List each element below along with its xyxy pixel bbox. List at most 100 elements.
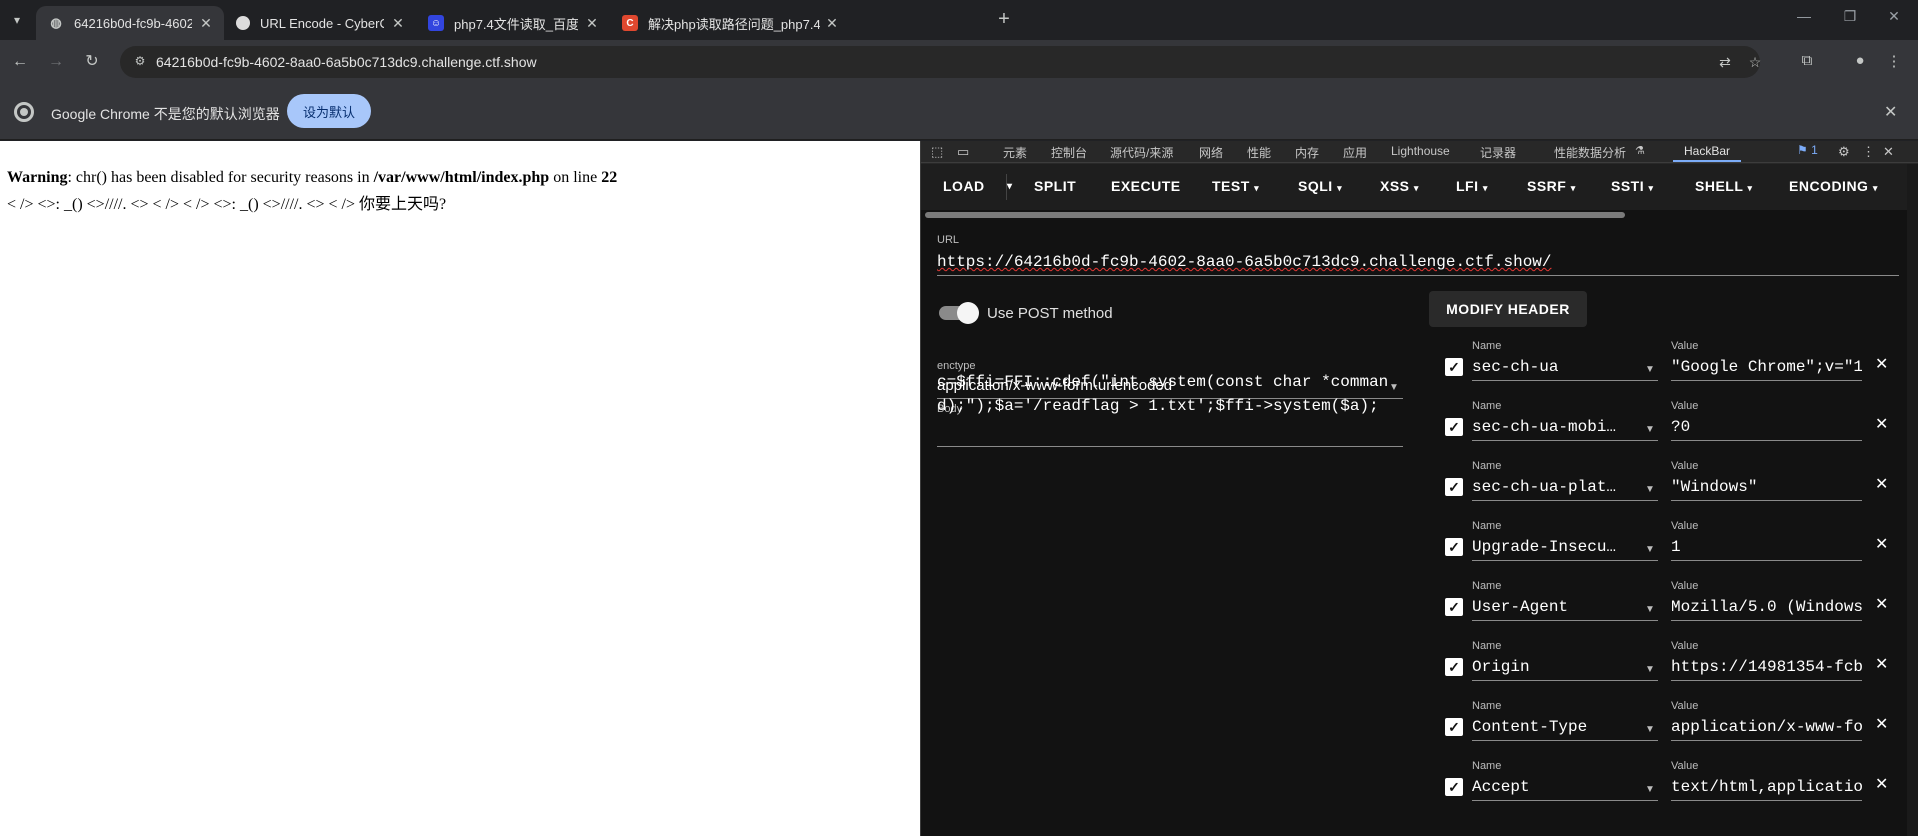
devtools-close-icon[interactable]: ✕ <box>1883 144 1894 160</box>
back-icon[interactable]: ← <box>10 52 30 72</box>
remove-header-icon[interactable]: ✕ <box>1875 474 1888 494</box>
infobar-close-icon[interactable]: ✕ <box>1884 102 1897 122</box>
header-enabled-checkbox[interactable]: ✓ <box>1445 478 1463 496</box>
devtools-tab-console[interactable]: 控制台 <box>1051 144 1087 161</box>
devtools-tab-sources[interactable]: 源代码/来源 <box>1110 144 1173 161</box>
remove-header-icon[interactable]: ✕ <box>1875 534 1888 554</box>
header-name-label: Name <box>1472 580 1502 592</box>
address-bar[interactable]: ⚙ 64216b0d-fc9b-4602-8aa0-6a5b0c713dc9.c… <box>120 46 1761 78</box>
xss-menu[interactable]: XSS ▾ <box>1380 178 1419 194</box>
issues-badge[interactable]: ⚑ 1 <box>1797 143 1818 157</box>
header-enabled-checkbox[interactable]: ✓ <box>1445 658 1463 676</box>
profile-icon[interactable]: ● <box>1850 52 1870 72</box>
ssrf-menu[interactable]: SSRF ▾ <box>1527 178 1576 194</box>
header-value-input[interactable]: 1 <box>1671 535 1862 561</box>
header-enabled-checkbox[interactable]: ✓ <box>1445 778 1463 796</box>
devtools-tab-network[interactable]: 网络 <box>1199 144 1223 161</box>
remove-header-icon[interactable]: ✕ <box>1875 414 1888 434</box>
inspect-element-icon[interactable]: ⬚ <box>931 144 943 160</box>
close-icon[interactable]: ✕ <box>390 15 406 32</box>
sqli-menu[interactable]: SQLI ▾ <box>1298 178 1342 194</box>
load-button[interactable]: LOAD <box>943 178 985 194</box>
devtools-tab-performance[interactable]: 性能 <box>1247 144 1271 161</box>
header-name-select[interactable]: sec-ch-ua-plat… <box>1472 475 1658 501</box>
header-name-select[interactable]: sec-ch-ua <box>1472 355 1658 381</box>
set-default-button[interactable]: 设为默认 <box>287 94 371 128</box>
devtools-tab-elements[interactable]: 元素 <box>1003 144 1027 161</box>
tab-search-icon[interactable]: ▾ <box>6 9 28 31</box>
new-tab-icon[interactable]: + <box>992 8 1016 31</box>
devtools-tab-memory[interactable]: 内存 <box>1295 144 1319 161</box>
header-enabled-checkbox[interactable]: ✓ <box>1445 718 1463 736</box>
load-options-icon[interactable]: ▾ <box>1007 181 1013 192</box>
execute-button[interactable]: EXECUTE <box>1111 178 1181 194</box>
settings-icon[interactable]: ⚙ <box>1838 144 1850 160</box>
header-value: "Windows" <box>1671 478 1758 496</box>
reload-icon[interactable]: ↻ <box>82 52 102 72</box>
remove-header-icon[interactable]: ✕ <box>1875 354 1888 374</box>
header-enabled-checkbox[interactable]: ✓ <box>1445 358 1463 376</box>
chevron-down-icon: ▼ <box>1645 784 1655 795</box>
devtools-tab-recorder[interactable]: 记录器 <box>1480 144 1516 161</box>
devtools-tab-lighthouse[interactable]: Lighthouse <box>1391 144 1450 158</box>
header-enabled-checkbox[interactable]: ✓ <box>1445 598 1463 616</box>
header-name-select[interactable]: Upgrade-Insecu… <box>1472 535 1658 561</box>
vertical-scrollbar[interactable] <box>1907 164 1918 836</box>
site-info-icon[interactable]: ⚙ <box>132 54 148 70</box>
minimize-icon[interactable]: — <box>1794 8 1814 24</box>
header-name-select[interactable]: User-Agent <box>1472 595 1658 621</box>
header-name-select[interactable]: Origin <box>1472 655 1658 681</box>
star-icon[interactable]: ☆ <box>1746 54 1764 72</box>
header-enabled-checkbox[interactable]: ✓ <box>1445 538 1463 556</box>
tab-challenge[interactable]: ◍ 64216b0d-fc9b-4602-8aa0-6 ✕ <box>36 6 224 40</box>
restore-icon[interactable]: ❐ <box>1840 8 1860 25</box>
header-value-input[interactable]: Mozilla/5.0 (Windows <box>1671 595 1862 621</box>
translate-icon[interactable]: ⇄ <box>1716 54 1734 72</box>
warning-line: 22 <box>601 169 618 186</box>
header-name-select[interactable]: Content-Type <box>1472 715 1658 741</box>
header-enabled-checkbox[interactable]: ✓ <box>1445 418 1463 436</box>
test-menu[interactable]: TEST ▾ <box>1212 178 1259 194</box>
devtools-tab-performance-insights[interactable]: 性能数据分析 <box>1554 144 1626 161</box>
horizontal-scrollbar[interactable] <box>925 212 1625 218</box>
header-value-input[interactable]: ?0 <box>1671 415 1862 441</box>
header-value-input[interactable]: application/x-www-fo <box>1671 715 1862 741</box>
split-button[interactable]: SPLIT <box>1034 178 1076 194</box>
header-value-label: Value <box>1671 700 1699 712</box>
close-icon[interactable]: ✕ <box>584 15 600 32</box>
header-value-input[interactable]: text/html,applicatio <box>1671 775 1862 801</box>
extensions-icon[interactable]: ⧉ <box>1797 52 1817 72</box>
header-name-select[interactable]: Accept <box>1472 775 1658 801</box>
address-url[interactable]: 64216b0d-fc9b-4602-8aa0-6a5b0c713dc9.cha… <box>156 54 537 70</box>
header-value-input[interactable]: "Google Chrome";v="1 <box>1671 355 1862 381</box>
remove-header-icon[interactable]: ✕ <box>1875 654 1888 674</box>
header-value-input[interactable]: "Windows" <box>1671 475 1862 501</box>
remove-header-icon[interactable]: ✕ <box>1875 594 1888 614</box>
remove-header-icon[interactable]: ✕ <box>1875 714 1888 734</box>
close-icon[interactable]: ✕ <box>824 15 840 32</box>
post-toggle-thumb[interactable] <box>957 302 979 324</box>
window-close-icon[interactable]: ✕ <box>1884 8 1904 25</box>
close-icon[interactable]: ✕ <box>198 15 214 32</box>
shell-label: SHELL <box>1695 178 1744 194</box>
lfi-menu[interactable]: LFI ▾ <box>1456 178 1488 194</box>
menu-icon[interactable]: ⋮ <box>1884 52 1904 72</box>
shell-menu[interactable]: SHELL ▾ <box>1695 178 1753 194</box>
header-name-select[interactable]: sec-ch-ua-mobi… <box>1472 415 1658 441</box>
encoding-menu[interactable]: ENCODING ▾ <box>1789 178 1878 194</box>
more-options-icon[interactable]: ⋮ <box>1862 144 1875 160</box>
device-toolbar-icon[interactable]: ▭ <box>957 144 969 160</box>
header-row: ✓ Name Accept ▼ Value text/html,applicat… <box>921 760 1918 820</box>
ssti-menu[interactable]: SSTI ▾ <box>1611 178 1654 194</box>
devtools-tab-application[interactable]: 应用 <box>1343 144 1367 161</box>
header-name: sec-ch-ua-plat… <box>1472 478 1617 496</box>
modify-header-button[interactable]: MODIFY HEADER <box>1429 291 1587 327</box>
tab-cyberchef[interactable]: URL Encode - CyberChef ✕ <box>224 6 416 40</box>
tab-baidu[interactable]: ☺ php7.4文件读取_百度搜索 ✕ <box>416 6 610 40</box>
devtools-tab-hackbar[interactable]: HackBar <box>1684 144 1730 158</box>
tab-csdn[interactable]: C 解决php读取路径问题_php7.4 ✕ <box>610 6 984 40</box>
forward-icon[interactable]: → <box>46 52 66 72</box>
url-input[interactable]: https://64216b0d-fc9b-4602-8aa0-6a5b0c71… <box>937 250 1899 276</box>
header-value-input[interactable]: https://14981354-fcb <box>1671 655 1862 681</box>
remove-header-icon[interactable]: ✕ <box>1875 774 1888 794</box>
